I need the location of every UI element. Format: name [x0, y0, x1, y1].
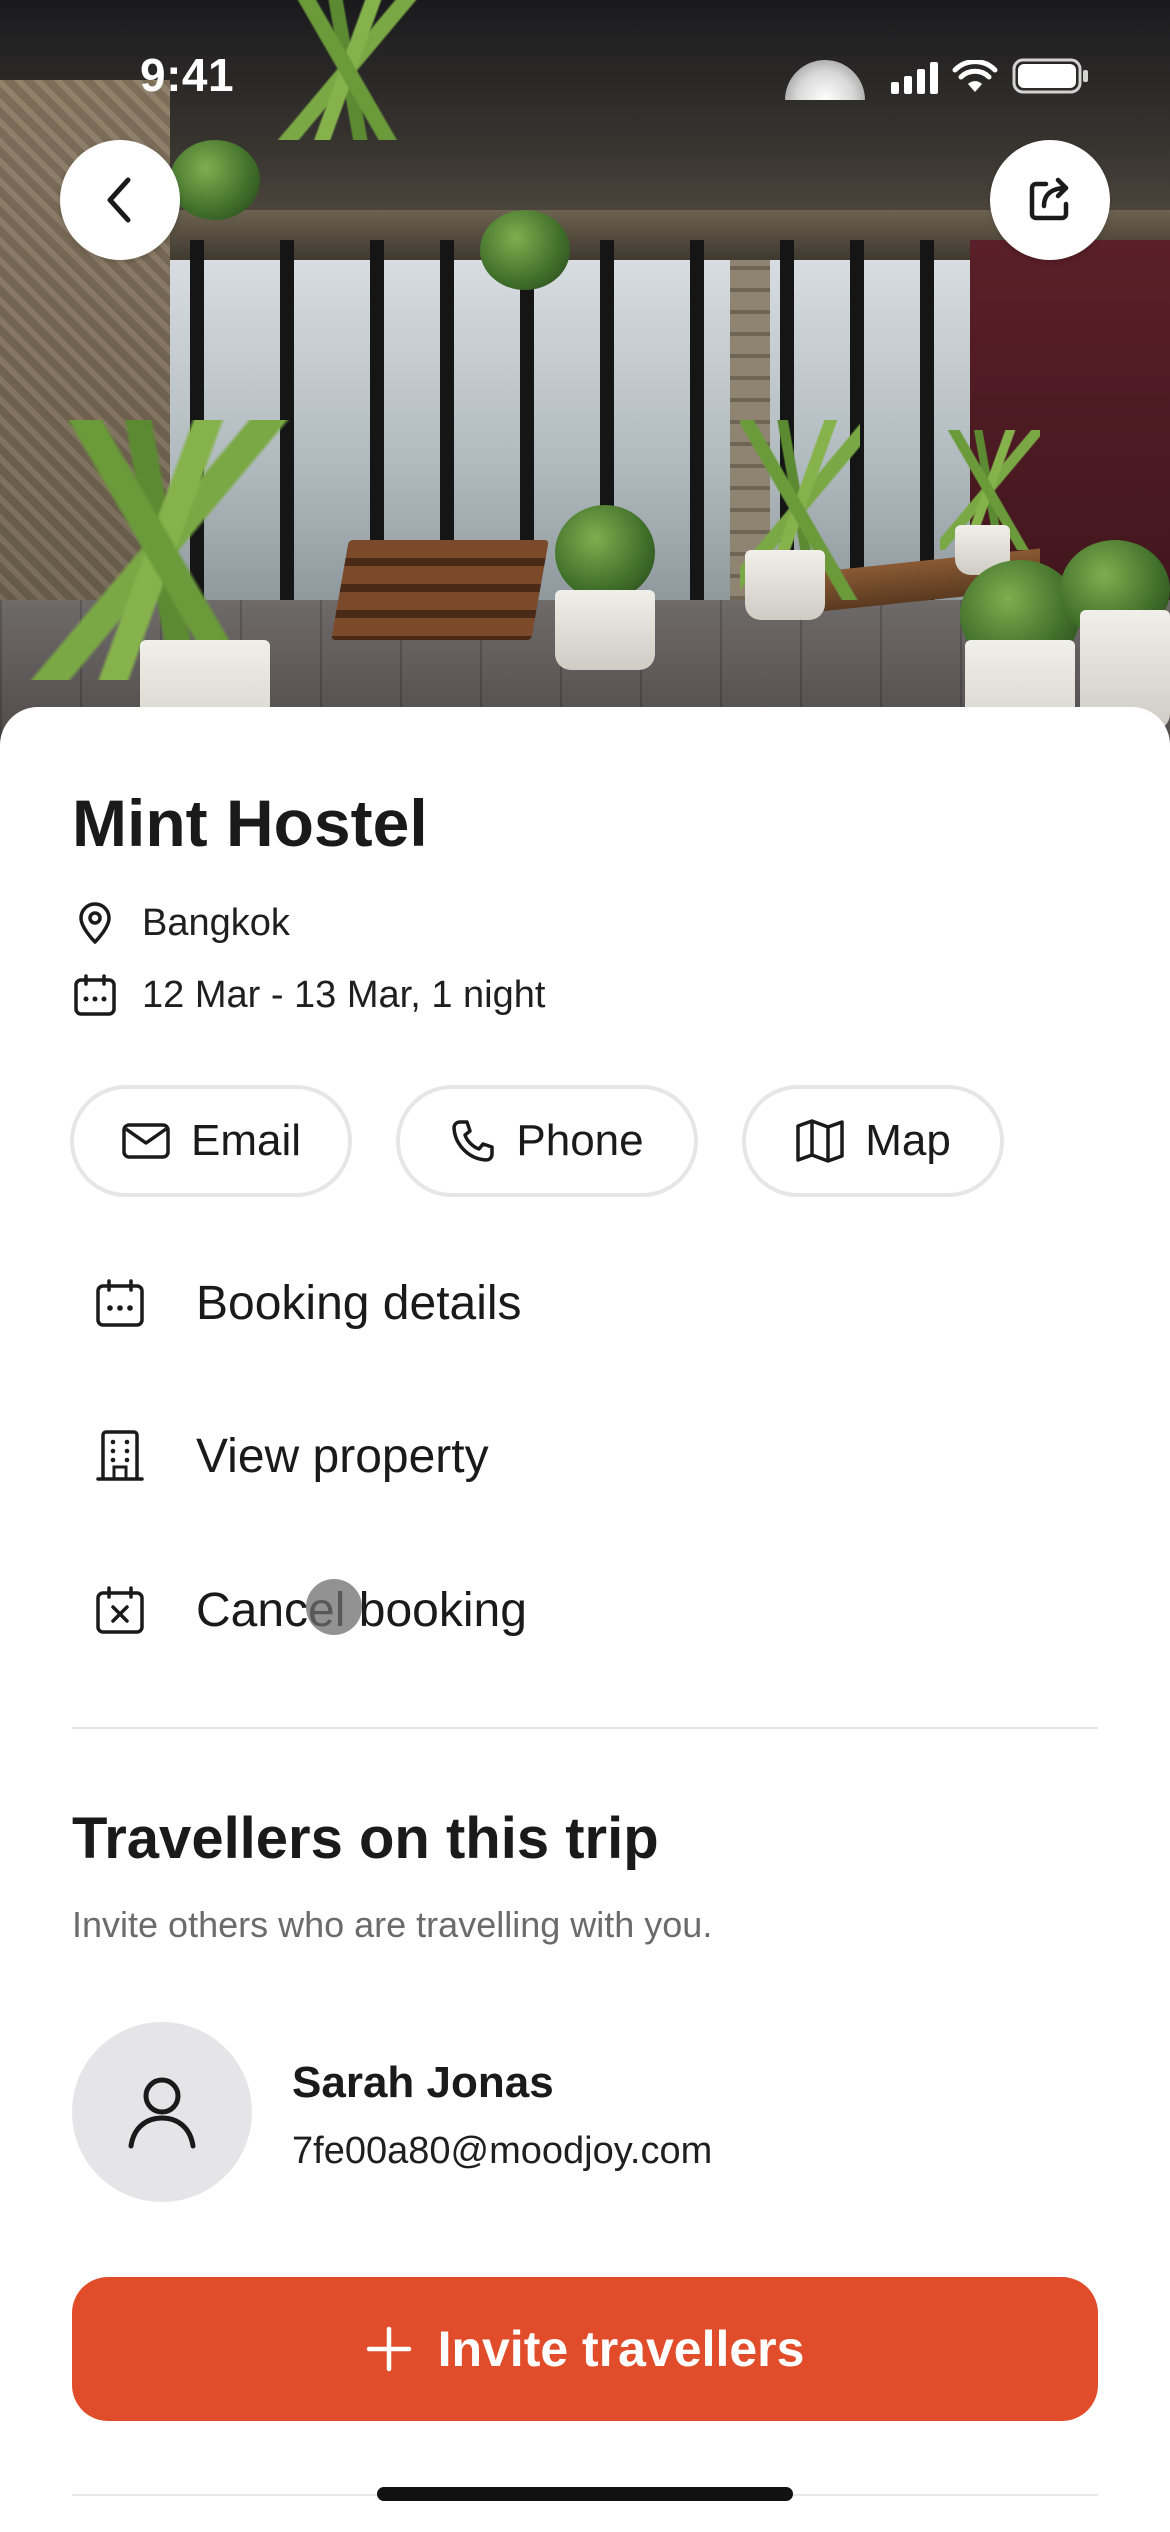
status-icons: [891, 58, 1090, 94]
mail-icon: [122, 1123, 170, 1159]
travellers-title: Travellers on this trip: [72, 1806, 659, 1871]
details-sheet: Mint Hostel Bangkok 12 Mar - 13 Mar, 1 n…: [0, 707, 1170, 2532]
booking-details-row[interactable]: Booking details: [92, 1275, 522, 1331]
chevron-left-icon: [107, 177, 131, 223]
email-chip-label: Email: [190, 1116, 302, 1165]
traveller-email: 7fe00a80@moodjoy.com: [292, 2130, 713, 2172]
booking-details-label: Booking details: [196, 1276, 522, 1330]
calendar-icon: [92, 1275, 148, 1331]
share-icon: [1029, 177, 1069, 221]
location-text: Bangkok: [142, 901, 290, 944]
cellular-signal-icon: [891, 62, 938, 94]
avatar: [72, 2022, 252, 2202]
location-row: Bangkok: [72, 900, 290, 946]
touch-indicator: [306, 1579, 362, 1635]
property-photo: [0, 0, 1170, 760]
phone-chip[interactable]: Phone: [396, 1085, 698, 1197]
section-divider: [72, 1727, 1098, 1729]
battery-icon: [1012, 58, 1088, 94]
dates-text: 12 Mar - 13 Mar, 1 night: [142, 973, 546, 1016]
view-property-label: View property: [196, 1429, 489, 1483]
travellers-subtitle: Invite others who are travelling with yo…: [72, 1904, 713, 1945]
property-title: Mint Hostel: [72, 786, 428, 860]
building-icon: [92, 1428, 148, 1484]
map-chip-label: Map: [865, 1116, 951, 1165]
screen: 9:41 Mint Hostel Bangkok 12 Mar - 13 Mar…: [0, 0, 1170, 2532]
traveller-name: Sarah Jonas: [292, 2058, 554, 2107]
user-icon: [128, 2077, 196, 2149]
invite-travellers-label: Invite travellers: [437, 2321, 805, 2377]
email-chip[interactable]: Email: [70, 1085, 352, 1197]
view-property-row[interactable]: View property: [92, 1428, 489, 1484]
plus-icon: [366, 2326, 411, 2372]
location-pin-icon: [72, 900, 118, 946]
calendar-cancel-icon: [92, 1582, 148, 1638]
phone-icon: [452, 1120, 495, 1162]
phone-chip-label: Phone: [516, 1116, 644, 1165]
share-button[interactable]: [990, 140, 1110, 260]
dates-row: 12 Mar - 13 Mar, 1 night: [72, 972, 545, 1018]
map-chip[interactable]: Map: [742, 1085, 1004, 1197]
status-time: 9:41: [140, 49, 235, 101]
wifi-icon: [952, 60, 998, 92]
map-icon: [796, 1119, 844, 1163]
invite-travellers-button[interactable]: Invite travellers: [72, 2277, 1098, 2421]
back-button[interactable]: [60, 140, 180, 260]
home-indicator[interactable]: [377, 2487, 793, 2501]
calendar-icon: [72, 972, 118, 1018]
